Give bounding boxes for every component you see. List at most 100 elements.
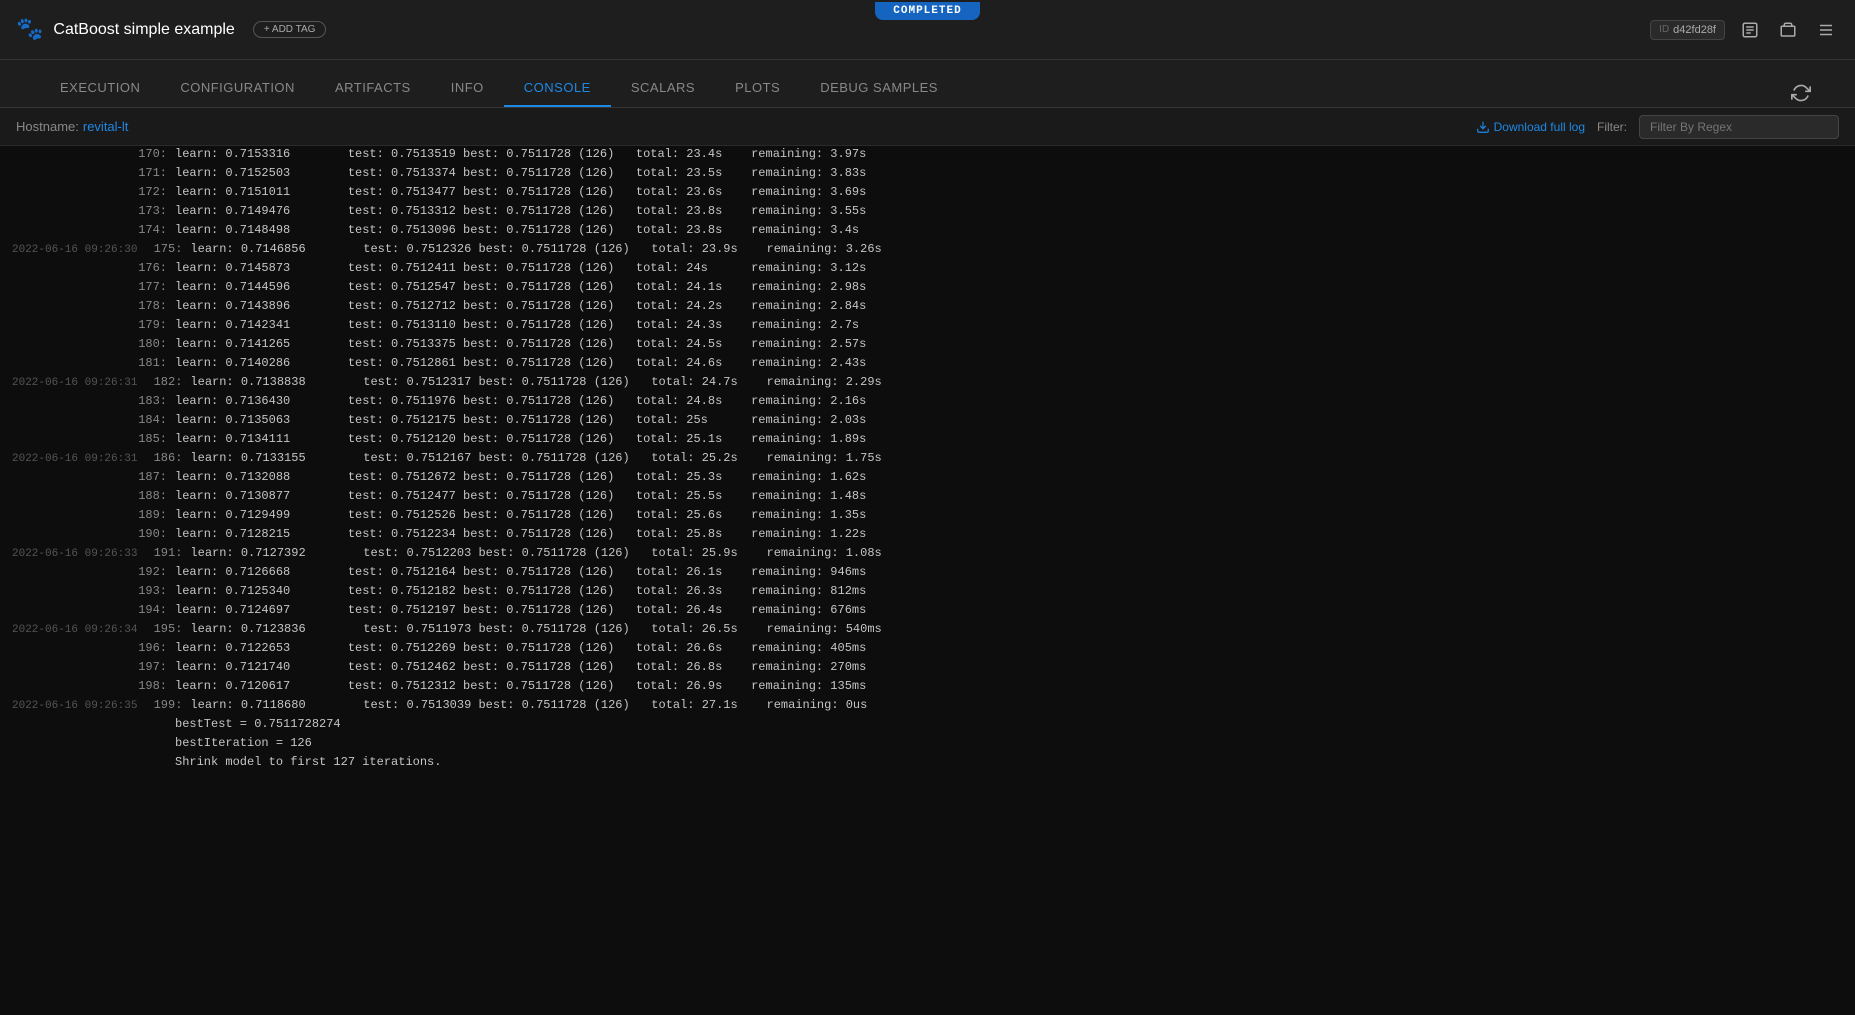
- log-line-num: 171:: [130, 166, 175, 180]
- log-content: Shrink model to first 127 iterations.: [175, 754, 1855, 770]
- log-line-num: 198:: [130, 679, 175, 693]
- log-row: 171:learn: 0.7152503 test: 0.7513374 bes…: [0, 165, 1855, 184]
- log-row: 183:learn: 0.7136430 test: 0.7511976 bes…: [0, 393, 1855, 412]
- filter-label: Filter:: [1597, 120, 1627, 134]
- tab-info[interactable]: INFO: [431, 70, 504, 107]
- log-line-num: 197:: [130, 660, 175, 674]
- log-line-num: 195:: [145, 622, 190, 636]
- log-content: learn: 0.7145873 test: 0.7512411 best: 0…: [175, 260, 1855, 276]
- tab-scalars[interactable]: SCALARS: [611, 70, 715, 107]
- download-log-button[interactable]: Download full log: [1476, 120, 1585, 134]
- log-timestamp: [0, 231, 130, 233]
- hostname-value: revital-lt: [83, 119, 129, 134]
- log-line-num: 173:: [130, 204, 175, 218]
- log-content: learn: 0.7121740 test: 0.7512462 best: 0…: [175, 659, 1855, 675]
- log-line-num: 180:: [130, 337, 175, 351]
- log-content: learn: 0.7153316 test: 0.7513519 best: 0…: [175, 146, 1855, 162]
- log-row: 197:learn: 0.7121740 test: 0.7512462 bes…: [0, 659, 1855, 678]
- log-row: 2022-06-16 09:26:31186:learn: 0.7133155 …: [0, 450, 1855, 469]
- log-content: learn: 0.7128215 test: 0.7512234 best: 0…: [175, 526, 1855, 542]
- log-timestamp: [0, 155, 130, 157]
- log-row: 187:learn: 0.7132088 test: 0.7512672 bes…: [0, 469, 1855, 488]
- tab-artifacts[interactable]: ARTIFACTS: [315, 70, 431, 107]
- log-timestamp: [0, 725, 130, 727]
- log-content: learn: 0.7129499 test: 0.7512526 best: 0…: [175, 507, 1855, 523]
- log-row: bestIteration = 126: [0, 735, 1855, 754]
- log-row: 185:learn: 0.7134111 test: 0.7512120 bes…: [0, 431, 1855, 450]
- tab-configuration[interactable]: CONFIGURATION: [160, 70, 315, 107]
- log-content: learn: 0.7134111 test: 0.7512120 best: 0…: [175, 431, 1855, 447]
- log-timestamp: [0, 592, 130, 594]
- log-line-num: 183:: [130, 394, 175, 408]
- hostname-label: Hostname:: [16, 119, 79, 134]
- log-timestamp: [0, 212, 130, 214]
- log-timestamp: 2022-06-16 09:26:31: [0, 452, 145, 466]
- log-line-num: 177:: [130, 280, 175, 294]
- log-content: learn: 0.7123836 test: 0.7511973 best: 0…: [190, 621, 1855, 637]
- log-line-num: 181:: [130, 356, 175, 370]
- filter-input[interactable]: [1639, 115, 1839, 139]
- log-line-num: 174:: [130, 223, 175, 237]
- log-row: 184:learn: 0.7135063 test: 0.7512175 bes…: [0, 412, 1855, 431]
- log-timestamp: [0, 516, 130, 518]
- console-toolbar: Hostname: revital-lt Download full log F…: [0, 108, 1855, 146]
- log-content: learn: 0.7138838 test: 0.7512317 best: 0…: [190, 374, 1855, 390]
- log-row: 193:learn: 0.7125340 test: 0.7512182 bes…: [0, 583, 1855, 602]
- log-timestamp: [0, 668, 130, 670]
- log-timestamp: 2022-06-16 09:26:35: [0, 699, 145, 713]
- log-line-num: 186:: [145, 451, 190, 465]
- log-line-num: 185:: [130, 432, 175, 446]
- app-title: CatBoost simple example: [53, 21, 234, 39]
- id-badge: ID d42fd28f: [1650, 20, 1725, 40]
- log-timestamp: 2022-06-16 09:26:30: [0, 243, 145, 257]
- log-timestamp: 2022-06-16 09:26:31: [0, 376, 145, 390]
- log-content: bestIteration = 126: [175, 735, 1855, 751]
- log-row: 179:learn: 0.7142341 test: 0.7513110 bes…: [0, 317, 1855, 336]
- tab-execution[interactable]: EXECUTION: [40, 70, 160, 107]
- log-timestamp: [0, 649, 130, 651]
- log-timestamp: [0, 421, 130, 423]
- log-row: 170:learn: 0.7153316 test: 0.7513519 bes…: [0, 146, 1855, 165]
- log-content: learn: 0.7118680 test: 0.7513039 best: 0…: [190, 697, 1855, 713]
- log-content: learn: 0.7130877 test: 0.7512477 best: 0…: [175, 488, 1855, 504]
- log-line-num: 175:: [145, 242, 190, 256]
- tab-plots[interactable]: PLOTS: [715, 70, 800, 107]
- tab-debug-samples[interactable]: DEBUG SAMPLES: [800, 70, 958, 107]
- log-line-num: 184:: [130, 413, 175, 427]
- add-tag-button[interactable]: + ADD TAG: [253, 21, 327, 38]
- log-line-num: 189:: [130, 508, 175, 522]
- log-content: learn: 0.7127392 test: 0.7512203 best: 0…: [190, 545, 1855, 561]
- download-log-label: Download full log: [1494, 120, 1585, 134]
- log-content: learn: 0.7124697 test: 0.7512197 best: 0…: [175, 602, 1855, 618]
- log-line-num: 192:: [130, 565, 175, 579]
- log-timestamp: [0, 744, 130, 746]
- log-row: 2022-06-16 09:26:35199:learn: 0.7118680 …: [0, 697, 1855, 716]
- log-row: 190:learn: 0.7128215 test: 0.7512234 bes…: [0, 526, 1855, 545]
- log-timestamp: 2022-06-16 09:26:34: [0, 623, 145, 637]
- log-content: learn: 0.7151011 test: 0.7513477 best: 0…: [175, 184, 1855, 200]
- log-content: learn: 0.7148498 test: 0.7513096 best: 0…: [175, 222, 1855, 238]
- log-row: 198:learn: 0.7120617 test: 0.7512312 bes…: [0, 678, 1855, 697]
- tab-console[interactable]: CONSOLE: [504, 70, 611, 107]
- log-timestamp: [0, 573, 130, 575]
- log-row: 2022-06-16 09:26:31182:learn: 0.7138838 …: [0, 374, 1855, 393]
- log-timestamp: [0, 288, 130, 290]
- log-timestamp: [0, 345, 130, 347]
- log-container: 170:learn: 0.7153316 test: 0.7513519 bes…: [0, 146, 1855, 773]
- log-content: learn: 0.7141265 test: 0.7513375 best: 0…: [175, 336, 1855, 352]
- log-content: learn: 0.7125340 test: 0.7512182 best: 0…: [175, 583, 1855, 599]
- log-content: learn: 0.7120617 test: 0.7512312 best: 0…: [175, 678, 1855, 694]
- log-timestamp: [0, 326, 130, 328]
- log-row: 194:learn: 0.7124697 test: 0.7512197 bes…: [0, 602, 1855, 621]
- log-content: learn: 0.7146856 test: 0.7512326 best: 0…: [190, 241, 1855, 257]
- log-row: 188:learn: 0.7130877 test: 0.7512477 bes…: [0, 488, 1855, 507]
- refresh-icon-button[interactable]: [1787, 79, 1815, 107]
- log-content: bestTest = 0.7511728274: [175, 716, 1855, 732]
- log-line-num: 172:: [130, 185, 175, 199]
- log-timestamp: [0, 307, 130, 309]
- log-content: learn: 0.7144596 test: 0.7512547 best: 0…: [175, 279, 1855, 295]
- log-line-num: 193:: [130, 584, 175, 598]
- console-content[interactable]: 170:learn: 0.7153316 test: 0.7513519 bes…: [0, 146, 1855, 1015]
- log-row: 181:learn: 0.7140286 test: 0.7512861 bes…: [0, 355, 1855, 374]
- log-content: learn: 0.7135063 test: 0.7512175 best: 0…: [175, 412, 1855, 428]
